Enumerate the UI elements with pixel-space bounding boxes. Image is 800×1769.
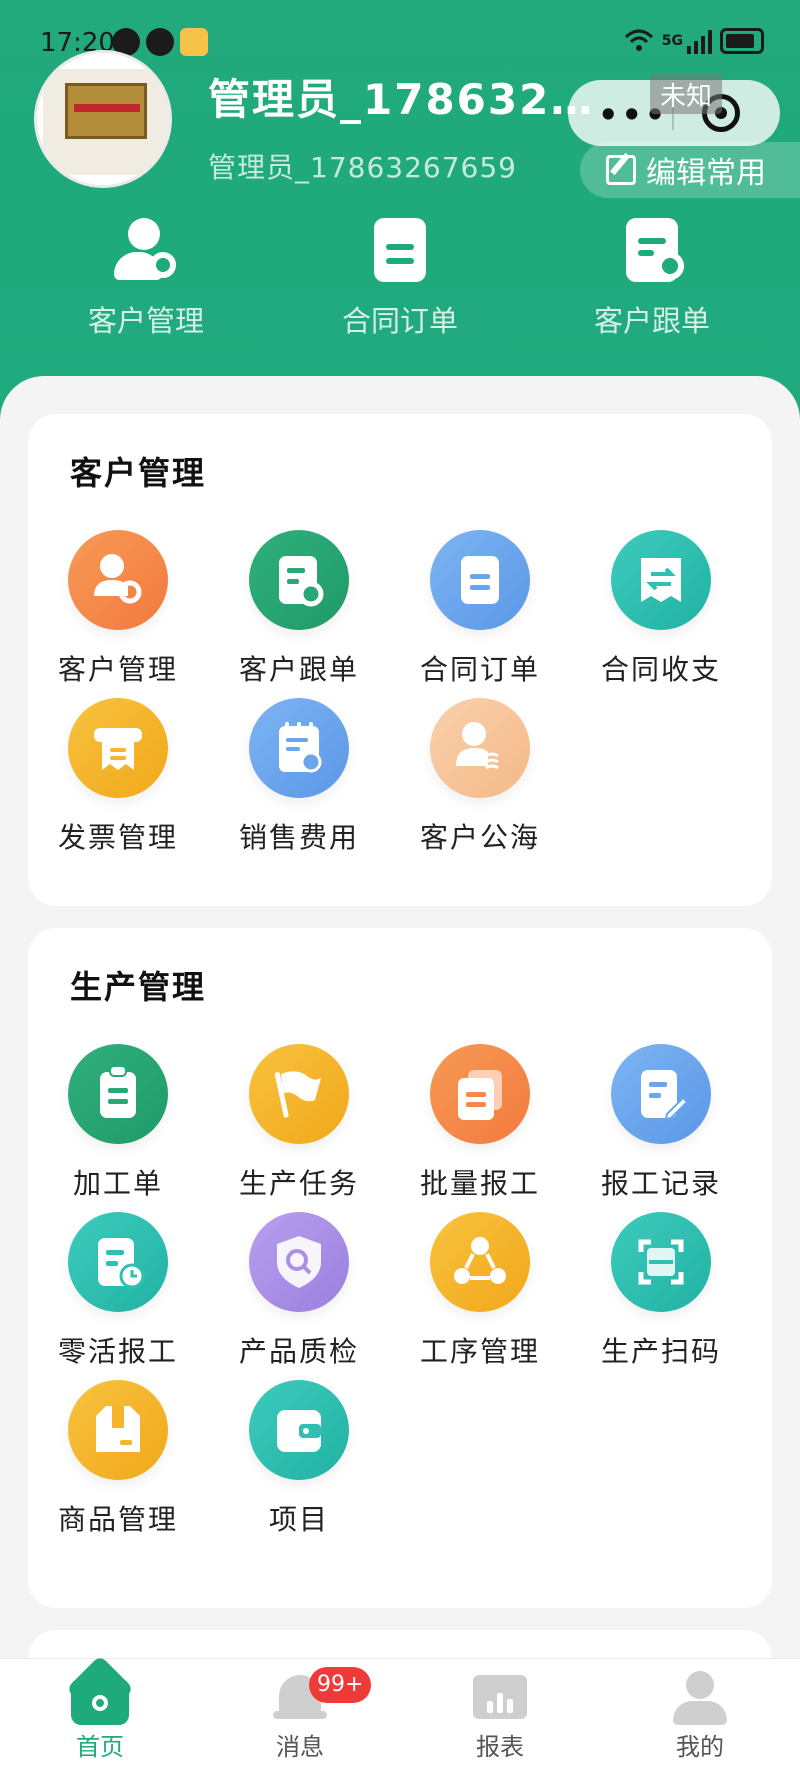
grid-item-label: 生产扫码 (600, 1335, 721, 1368)
expense-note-icon (249, 698, 349, 798)
quick-action-label: 合同订单 (341, 304, 458, 338)
grid-item-invoice-management[interactable]: 发票管理 (28, 698, 208, 856)
grid-item-report-records[interactable]: 报工记录 (571, 1044, 751, 1202)
document-gear-icon (620, 218, 684, 284)
grid-item-label: 加工单 (72, 1167, 163, 1200)
edit-favorites-button[interactable]: 编辑常用 (580, 142, 800, 198)
battery-icon (720, 28, 764, 54)
app-notification-icon (180, 28, 208, 56)
clipboard-icon (68, 1044, 168, 1144)
grid-item-label: 批量报工 (419, 1167, 540, 1200)
customer-gear-icon (114, 218, 178, 284)
grid-item-customer-followup[interactable]: 客户跟单 (209, 530, 389, 688)
grid-item-product-management[interactable]: 商品管理 (28, 1380, 208, 1538)
invoice-printer-icon (68, 698, 168, 798)
shield-search-icon (249, 1212, 349, 1312)
grid-item-contract-payments[interactable]: 合同收支 (571, 530, 751, 688)
document-edit-icon (611, 1044, 711, 1144)
award-plaque-image (65, 83, 147, 139)
production-management-card: 生产管理 加工单 生产任务 批量报工 报工记录 零活报工 产品质检 工序管理 生… (28, 928, 772, 1608)
user-account: 管理员_17863267659 (208, 151, 517, 184)
grid-item-label: 销售费用 (238, 821, 359, 854)
section-title: 客户管理 (70, 454, 207, 492)
grid-item-process-management[interactable]: 工序管理 (390, 1212, 570, 1370)
grid-item-label: 发票管理 (57, 821, 178, 854)
grid-item-customer-management[interactable]: 客户管理 (28, 530, 208, 688)
grid-item-label: 产品质检 (238, 1335, 359, 1368)
document-clock-icon (68, 1212, 168, 1312)
grid-item-label: 商品管理 (57, 1503, 178, 1536)
grid-item-contract-orders[interactable]: 合同订单 (390, 530, 570, 688)
tab-label: 报表 (476, 1733, 524, 1761)
status-notification-icons (112, 28, 208, 56)
customer-management-card: 客户管理 客户管理 客户跟单 合同订单 合同收支 发票管理 销售费用 客户公海 (28, 414, 772, 906)
stacked-documents-icon (430, 1044, 530, 1144)
tab-reports[interactable]: 报表 (420, 1671, 580, 1762)
quick-action-label: 客户管理 (87, 304, 204, 338)
tab-home[interactable]: 首页 (20, 1655, 180, 1762)
grid-item-label: 生产任务 (238, 1167, 359, 1200)
wifi-icon (624, 29, 653, 51)
user-icon (671, 1671, 729, 1725)
section-title: 生产管理 (70, 968, 207, 1006)
network-type: 5G (661, 33, 683, 49)
grid-item-label: 零活报工 (57, 1335, 178, 1368)
customer-gear-icon (68, 530, 168, 630)
quick-action-customer-followup[interactable]: 客户跟单 (562, 218, 742, 340)
quick-actions: 客户管理 合同订单 客户跟单 (0, 218, 800, 348)
tab-messages[interactable]: 99+ 消息 (220, 1667, 380, 1762)
tab-label: 我的 (676, 1733, 724, 1761)
quick-action-contract-orders[interactable]: 合同订单 (310, 218, 490, 340)
grid-item-odd-job-report[interactable]: 零活报工 (28, 1212, 208, 1370)
bell-icon: 99+ (271, 1667, 372, 1723)
grid-item-label: 合同收支 (600, 653, 721, 686)
tab-profile[interactable]: 我的 (620, 1671, 780, 1762)
quick-action-customer-management[interactable]: 客户管理 (56, 218, 236, 340)
flag-icon (249, 1044, 349, 1144)
customer-pool-icon (430, 698, 530, 798)
process-nodes-icon (430, 1212, 530, 1312)
quick-action-label: 客户跟单 (593, 304, 710, 338)
tab-label: 消息 (276, 1733, 324, 1761)
grid-item-batch-report[interactable]: 批量报工 (390, 1044, 570, 1202)
edit-favorites-label: 编辑常用 (646, 156, 766, 191)
bottom-tab-bar: 首页 99+ 消息 报表 我的 (0, 1655, 800, 1769)
avatar[interactable] (34, 50, 172, 188)
grid-item-sales-expenses[interactable]: 销售费用 (209, 698, 389, 856)
exchange-receipt-icon (611, 530, 711, 630)
grid-item-processing-order[interactable]: 加工单 (28, 1044, 208, 1202)
status-system-icons: 5G (624, 28, 764, 54)
wallet-icon (249, 1380, 349, 1480)
grid-item-project[interactable]: 项目 (209, 1380, 389, 1538)
unread-badge: 99+ (309, 1667, 372, 1703)
grid-item-customer-pool[interactable]: 客户公海 (390, 698, 570, 856)
grid-item-label: 客户管理 (57, 653, 178, 686)
grid-item-label: 客户公海 (419, 821, 540, 854)
document-icon (368, 218, 432, 284)
grid-item-label: 客户跟单 (238, 653, 359, 686)
package-box-icon (68, 1380, 168, 1480)
scan-frame-icon (611, 1212, 711, 1312)
signal-icon (687, 28, 712, 54)
grid-item-production-tasks[interactable]: 生产任务 (209, 1044, 389, 1202)
document-gear-icon (249, 530, 349, 630)
grid-item-label: 项目 (268, 1503, 329, 1536)
document-icon (430, 530, 530, 630)
grid-item-quality-inspection[interactable]: 产品质检 (209, 1212, 389, 1370)
report-chart-icon (471, 1671, 529, 1723)
grid-item-label: 合同订单 (419, 653, 540, 686)
unknown-tag: 未知 (650, 74, 723, 114)
grid-item-production-scan[interactable]: 生产扫码 (571, 1212, 751, 1370)
grid-item-label: 报工记录 (600, 1167, 721, 1200)
grid-item-label: 工序管理 (419, 1335, 540, 1368)
edit-icon (606, 155, 636, 185)
home-icon (66, 1655, 134, 1725)
tab-label: 首页 (76, 1733, 124, 1761)
username: 管理员_1786326… (208, 75, 618, 124)
alarm-icon (146, 28, 174, 56)
